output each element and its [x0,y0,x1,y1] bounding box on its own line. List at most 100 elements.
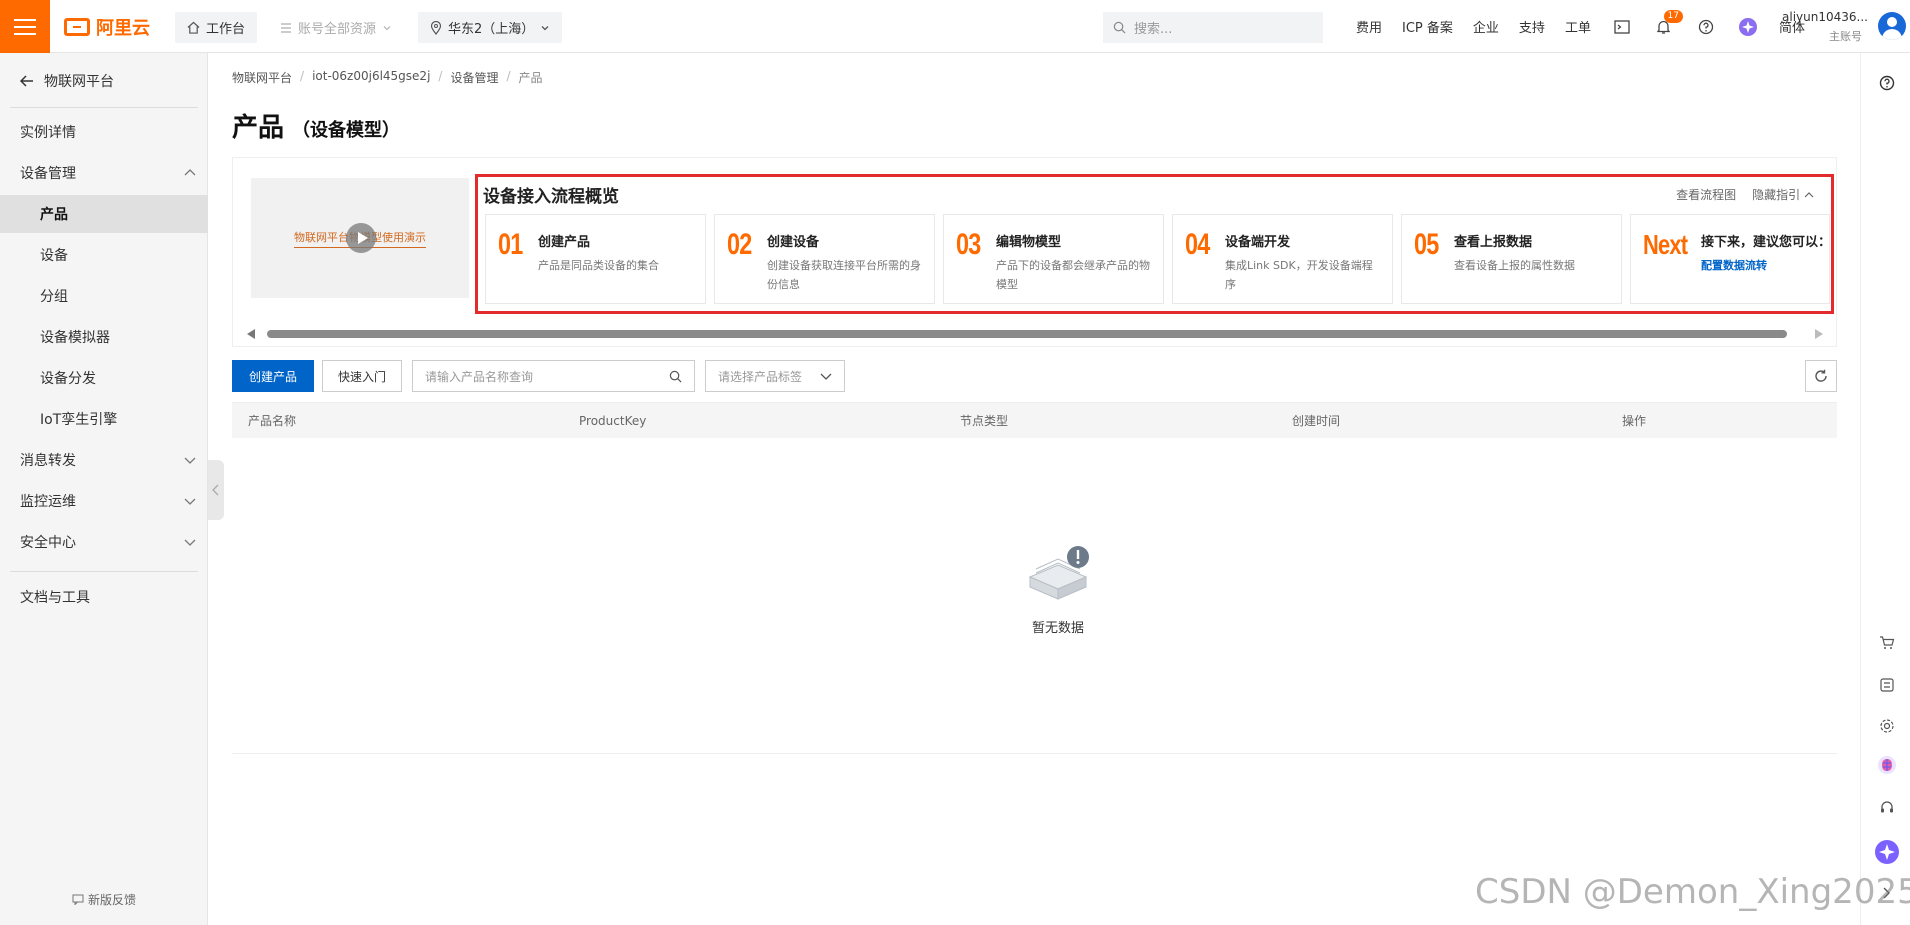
chevron-down-icon [541,25,549,30]
region-select[interactable]: 华东2（上海） [418,12,563,43]
settings-icon[interactable] [1877,716,1897,736]
feedback-label: 新版反馈 [87,893,136,907]
product-tag-select[interactable]: 请选择产品标签 [705,360,845,392]
step-desc: 产品是同品类设备的集合 [538,259,659,272]
scroll-right-arrow-icon[interactable] [1815,329,1823,339]
chevron-up-icon [1804,192,1814,198]
ai-brain-icon[interactable] [1877,755,1897,775]
notification-count: 17 [1663,9,1683,23]
sidebar-item-label: 文档与工具 [20,590,90,606]
sidebar-item-iot-twin-engine[interactable]: IoT孪生引擎 [0,400,208,438]
play-icon[interactable] [346,223,376,253]
hide-guide-link[interactable]: 隐藏指引 [1752,186,1814,203]
hide-guide-label: 隐藏指引 [1752,188,1801,202]
cart-icon[interactable] [1877,633,1897,653]
ai-assistant-icon[interactable] [1737,16,1759,38]
guide-step[interactable]: 05 查看上报数据查看设备上报的属性数据 [1401,214,1622,304]
breadcrumb-item-instance[interactable]: iot-06z00j6l45gse2j [312,69,430,86]
aliyun-logo[interactable]: 阿里云 [64,14,150,40]
workbench-button[interactable]: 工作台 [175,12,258,43]
sidebar-collapse-toggle[interactable] [208,460,224,520]
api-icon[interactable] [1877,675,1897,695]
scrollbar-thumb[interactable] [267,330,1787,338]
sidebar-item-groups[interactable]: 分组 [0,277,208,315]
sidebar-item-docs-tools[interactable]: 文档与工具 [0,578,208,616]
breadcrumb-item-iot-platform[interactable]: 物联网平台 [232,69,292,86]
column-node-type: 节点类型 [960,414,1009,428]
customer-service-icon[interactable] [1877,798,1897,818]
top-link-icp[interactable]: ICP 备案 [1392,17,1463,36]
chevron-down-icon [184,457,196,464]
top-bar: 阿里云 工作台 账号全部资源 华东2（上海） 搜索... 费用 ICP 备案 企… [0,0,1910,53]
quick-start-label: 快速入门 [337,369,386,384]
column-created-time: 创建时间 [1292,414,1341,428]
guide-step[interactable]: 02 创建设备 创建设备获取连接平台所需的身份信息 [714,214,935,304]
search-icon[interactable] [669,370,682,383]
search-icon [1113,21,1126,34]
ai-assistant-icon[interactable] [1874,839,1900,865]
sidebar-item-label: 产品 [40,207,68,223]
sidebar-item-products[interactable]: 产品 [0,195,208,233]
sidebar-item-instance-details[interactable]: 实例详情 [0,113,208,151]
sidebar-item-monitoring-ops[interactable]: 监控运维 [0,482,208,520]
user-role: 主账号 [1829,30,1862,43]
terminal-icon[interactable] [1611,16,1633,38]
scroll-left-arrow-icon[interactable] [247,329,255,339]
guide-step[interactable]: 03 编辑物模型 产品下的设备都会继承产品的物模型 [943,214,1164,304]
page-subtitle: （设备模型） [292,120,401,141]
account-resources-select[interactable]: 账号全部资源 [268,12,405,43]
product-search-input[interactable]: 请输入产品名称查询 [412,360,695,392]
top-link-ticket[interactable]: 工单 [1555,17,1601,36]
arrow-left-icon [20,75,33,87]
guide-step-next: Next 接下来，建议您可以： 配置数据流转 [1630,214,1830,304]
global-search[interactable]: 搜索... [1103,12,1323,43]
help-icon[interactable] [1695,16,1717,38]
sidebar-item-message-forwarding[interactable]: 消息转发 [0,441,208,479]
sidebar-item-label: 设备模拟器 [40,330,110,346]
menu-button[interactable] [0,0,50,53]
configure-data-flow-link[interactable]: 配置数据流转 [1701,256,1829,275]
sidebar-item-label: 消息转发 [20,453,76,469]
step-number: Next [1643,229,1688,260]
sidebar-item-label: 设备管理 [20,166,76,182]
step-desc: 集成Link SDK，开发设备端程序 [1225,259,1373,291]
back-to-iot-platform[interactable]: 物联网平台 [20,71,114,91]
step-title: 接下来，建议您可以： [1701,235,1830,250]
step-number: 05 [1414,228,1439,261]
step-desc: 查看设备上报的属性数据 [1454,259,1575,272]
step-title: 查看上报数据 [1454,235,1533,250]
quick-start-button[interactable]: 快速入门 [322,360,402,392]
help-icon[interactable] [1877,73,1897,93]
guide-step[interactable]: 04 设备端开发 集成Link SDK，开发设备端程序 [1172,214,1393,304]
top-link-enterprise[interactable]: 企业 [1463,17,1509,36]
horizontal-scrollbar[interactable] [245,328,1825,340]
avatar[interactable] [1878,12,1906,40]
feedback-link[interactable]: 新版反馈 [0,891,208,908]
sidebar-item-devices[interactable]: 设备 [0,236,208,274]
list-icon [281,22,291,33]
brand-name: 阿里云 [96,18,150,39]
step-number: 04 [1185,228,1210,261]
refresh-button[interactable] [1805,360,1837,392]
chevron-down-icon [820,373,832,380]
breadcrumb-item-device-management[interactable]: 设备管理 [450,69,498,86]
sidebar-item-label: 监控运维 [20,494,76,510]
sidebar-divider [10,107,198,108]
step-number: 02 [727,228,752,261]
sidebar-item-device-distribution[interactable]: 设备分发 [0,359,208,397]
user-name: aliyun10436... [1782,10,1868,24]
top-link-support[interactable]: 支持 [1509,17,1555,36]
column-product-name: 产品名称 [248,414,297,428]
view-flowchart-link[interactable]: 查看流程图 [1676,186,1736,203]
home-icon [187,21,200,34]
sidebar-item-device-simulator[interactable]: 设备模拟器 [0,318,208,356]
aliyun-logo-icon [64,18,90,36]
demo-video[interactable]: 物联网平台物模型使用演示 [251,178,469,298]
guide-step[interactable]: 01 创建产品 产品是同品类设备的集合 [485,214,706,304]
create-product-button[interactable]: 创建产品 [232,360,314,392]
user-info[interactable]: aliyun10436... 主账号 [1782,10,1868,44]
sidebar-item-device-management[interactable]: 设备管理 [0,154,208,192]
notification-bell-icon[interactable]: 17 [1653,9,1683,38]
top-link-cost[interactable]: 费用 [1346,17,1392,36]
sidebar-item-security-center[interactable]: 安全中心 [0,523,208,561]
